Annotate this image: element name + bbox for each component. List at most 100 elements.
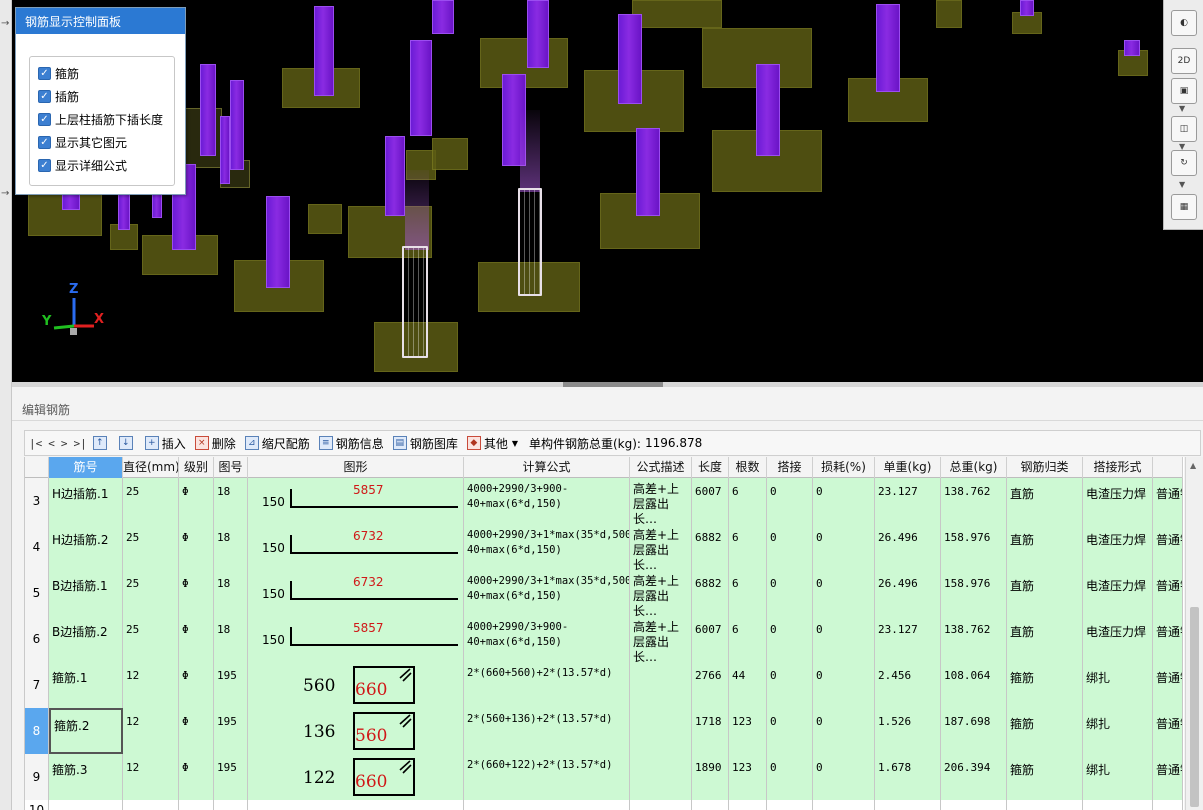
- cell-desc[interactable]: 高差+上层露出长…: [630, 478, 692, 524]
- empty-cell[interactable]: [941, 800, 1007, 810]
- cell-unit_w[interactable]: 23.127: [875, 616, 941, 662]
- shape-cell[interactable]: 122 660: [248, 754, 464, 800]
- option-stirrup[interactable]: ✓ 箍筋: [38, 64, 79, 82]
- delete-button[interactable]: × 删除: [194, 435, 236, 452]
- table-scrollbar[interactable]: ▲: [1185, 457, 1203, 810]
- empty-cell[interactable]: [464, 800, 630, 810]
- cell-lap_type[interactable]: 绑扎: [1083, 754, 1153, 800]
- option-show-detailed-formula[interactable]: ✓ 显示详细公式: [38, 156, 127, 174]
- column-header[interactable]: 单重(kg): [875, 457, 941, 478]
- cell-lap_type[interactable]: 电渣压力焊: [1083, 478, 1153, 524]
- collapse-arrow-icon-2[interactable]: →: [1, 188, 9, 199]
- cell-unit_w[interactable]: 2.456: [875, 662, 941, 708]
- empty-cell[interactable]: [813, 800, 875, 810]
- cell-formula[interactable]: 2*(660+560)+2*(13.57*d): [464, 662, 630, 708]
- table-row[interactable]: 6 B边插筋.2 25 Φ 18 150 5857 4000+2990/3+900-40+ma…: [25, 616, 1183, 662]
- shape-cell[interactable]: 150 6732: [248, 524, 464, 570]
- shape-cell[interactable]: 150 5857: [248, 478, 464, 524]
- table-row[interactable]: 3 H边插筋.1 25 Φ 18 150 5857 4000+2990/3+900-40+ma…: [25, 478, 1183, 524]
- empty-cell[interactable]: [214, 800, 248, 810]
- cell-dia[interactable]: 25: [123, 616, 179, 662]
- cell-total_w[interactable]: 158.976: [941, 524, 1007, 570]
- cell-length[interactable]: 6007: [692, 478, 729, 524]
- checkbox-checked-icon[interactable]: ✓: [38, 112, 51, 126]
- cell-loss[interactable]: 0: [813, 616, 875, 662]
- cell-length[interactable]: 6882: [692, 524, 729, 570]
- cell-length[interactable]: 6007: [692, 616, 729, 662]
- cell-lap_type[interactable]: 绑扎: [1083, 708, 1153, 754]
- empty-cell[interactable]: [1007, 800, 1083, 810]
- scale-rebar-button[interactable]: ⊿ 缩尺配筋: [244, 435, 310, 452]
- cell-desc[interactable]: 高差+上层露出长…: [630, 524, 692, 570]
- cell-desc[interactable]: 高差+上层露出长…: [630, 616, 692, 662]
- shape-cell[interactable]: 560 660: [248, 662, 464, 708]
- cell-name[interactable]: B边插筋.1: [49, 570, 123, 616]
- cell-fig[interactable]: 195: [214, 754, 248, 800]
- column-header[interactable]: 根数: [729, 457, 767, 478]
- cell-loss[interactable]: 0: [813, 662, 875, 708]
- checkbox-checked-icon[interactable]: ✓: [38, 66, 51, 80]
- cell-name[interactable]: B边插筋.2: [49, 616, 123, 662]
- empty-cell[interactable]: [179, 800, 214, 810]
- option-upper-dowel-length[interactable]: ✓ 上层柱插筋下插长度: [38, 110, 163, 128]
- cell-total_w[interactable]: 187.698: [941, 708, 1007, 754]
- cell-desc[interactable]: [630, 662, 692, 708]
- column-header[interactable]: 公式描述: [630, 457, 692, 478]
- table-row[interactable]: 7 箍筋.1 12 Φ 195 560 660 2*(660+560)+2*(13.57*d)…: [25, 662, 1183, 708]
- cell-formula[interactable]: 4000+2990/3+900-40+max(6*d,150): [464, 616, 630, 662]
- column-header[interactable]: 长度: [692, 457, 729, 478]
- rebar-info-button[interactable]: ≡ 钢筋信息: [318, 435, 384, 452]
- column-header[interactable]: 损耗(%): [813, 457, 875, 478]
- cell-formula[interactable]: 2*(660+122)+2*(13.57*d): [464, 754, 630, 800]
- cell-fig[interactable]: 18: [214, 524, 248, 570]
- view-3d-box-button[interactable]: ▣: [1171, 78, 1197, 104]
- cell-lap[interactable]: 0: [767, 662, 813, 708]
- cell-loss[interactable]: 0: [813, 708, 875, 754]
- empty-cell[interactable]: [1083, 800, 1153, 810]
- column-header[interactable]: 图形: [248, 457, 464, 478]
- table-row[interactable]: 9 箍筋.3 12 Φ 195 122 660 2*(660+122)+2*(13.57*d)…: [25, 754, 1183, 800]
- cell-name[interactable]: H边插筋.2: [49, 524, 123, 570]
- layout-grid-button[interactable]: ▦: [1171, 194, 1197, 220]
- cell-dia[interactable]: 12: [123, 708, 179, 754]
- row-number[interactable]: 5: [25, 570, 49, 616]
- cell-extra[interactable]: 普通钢筋: [1153, 754, 1183, 800]
- nav-next-button[interactable]: >: [61, 437, 68, 450]
- view-2d-button[interactable]: 2D: [1171, 48, 1197, 74]
- cell-grade[interactable]: Φ: [179, 708, 214, 754]
- option-show-other-elements[interactable]: ✓ 显示其它图元: [38, 133, 127, 151]
- checkbox-checked-icon[interactable]: ✓: [38, 158, 51, 172]
- cell-fig[interactable]: 18: [214, 616, 248, 662]
- nav-prev-button[interactable]: <: [48, 437, 55, 450]
- row-number[interactable]: 10: [25, 800, 49, 810]
- cell-count[interactable]: 6: [729, 616, 767, 662]
- cell-formula[interactable]: 4000+2990/3+1*max(35*d,500)+900-40+max(6…: [464, 524, 630, 570]
- table-row-empty[interactable]: 10: [25, 800, 1183, 810]
- scrollbar-thumb[interactable]: [1190, 607, 1199, 807]
- cell-count[interactable]: 6: [729, 478, 767, 524]
- left-dock-strip[interactable]: → →: [0, 0, 12, 810]
- scroll-up-icon[interactable]: ▲: [1190, 461, 1196, 470]
- cell-fig[interactable]: 18: [214, 478, 248, 524]
- cell-total_w[interactable]: 138.762: [941, 478, 1007, 524]
- orbit-sphere-button[interactable]: ◐: [1171, 10, 1197, 36]
- cell-dia[interactable]: 12: [123, 662, 179, 708]
- cell-lap[interactable]: 0: [767, 616, 813, 662]
- cell-loss[interactable]: 0: [813, 478, 875, 524]
- move-down-button[interactable]: ↓: [118, 436, 136, 450]
- cell-unit_w[interactable]: 1.678: [875, 754, 941, 800]
- row-number[interactable]: 8: [25, 708, 49, 754]
- cell-category[interactable]: 直筋: [1007, 616, 1083, 662]
- cell-extra[interactable]: 普通钢筋: [1153, 708, 1183, 754]
- cell-grade[interactable]: Φ: [179, 662, 214, 708]
- cell-name[interactable]: 箍筋.3: [49, 754, 123, 800]
- cell-category[interactable]: 箍筋: [1007, 708, 1083, 754]
- chevron-down-icon[interactable]: ▼: [1179, 104, 1185, 113]
- cell-category[interactable]: 箍筋: [1007, 754, 1083, 800]
- empty-cell[interactable]: [767, 800, 813, 810]
- row-number[interactable]: 6: [25, 616, 49, 662]
- 3d-viewport[interactable]: Z X Y: [12, 0, 1203, 382]
- cell-formula[interactable]: 4000+2990/3+900-40+max(6*d,150): [464, 478, 630, 524]
- cell-extra[interactable]: 普通钢筋: [1153, 524, 1183, 570]
- cell-count[interactable]: 123: [729, 754, 767, 800]
